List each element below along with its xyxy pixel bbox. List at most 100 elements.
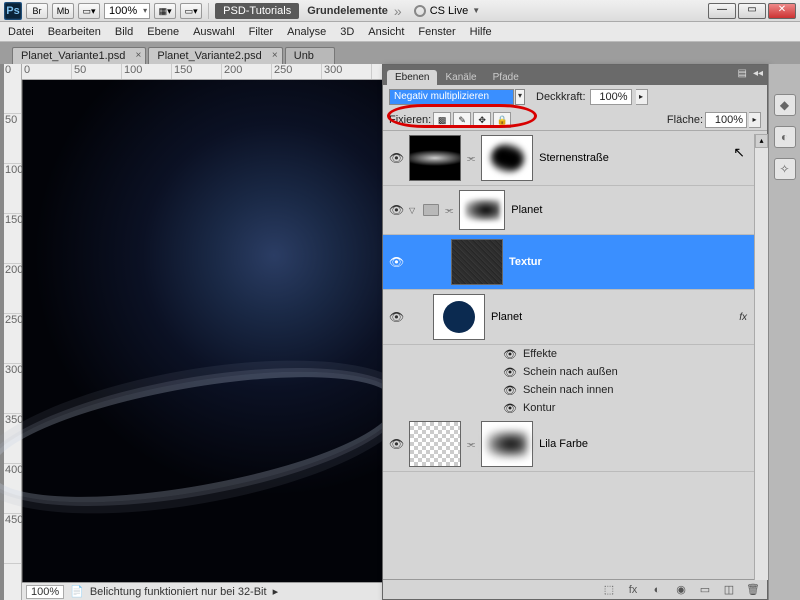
delete-layer-icon[interactable]: 🗑 (745, 583, 761, 596)
menu-fenster[interactable]: Fenster (418, 26, 455, 38)
document-tab[interactable]: Planet_Variante1.psd× (12, 47, 146, 64)
menu-bearbeiten[interactable]: Bearbeiten (48, 26, 101, 38)
layer-thumbnail[interactable] (433, 294, 485, 340)
fx-badge[interactable]: fx (739, 312, 747, 323)
visibility-icon[interactable]: 👁 (503, 384, 517, 397)
new-group-icon[interactable]: ▭ (697, 583, 713, 596)
mask-icon[interactable]: ◐ (649, 584, 665, 596)
layer-name[interactable]: Textur (509, 256, 761, 268)
layer-thumbnail[interactable] (409, 135, 461, 181)
menu-ebene[interactable]: Ebene (147, 26, 179, 38)
status-zoom[interactable]: 100% (26, 585, 64, 599)
document-tab[interactable]: Planet_Variante2.psd× (148, 47, 282, 64)
link-mask-icon[interactable]: ⫘ (467, 153, 475, 164)
panel-tab-ebenen[interactable]: Ebenen (387, 70, 437, 85)
screenmode-button[interactable]: ▭▾ (180, 3, 202, 19)
layer-thumbnail[interactable] (409, 421, 461, 467)
layer-name[interactable]: Lila Farbe (539, 438, 761, 450)
layer-name[interactable]: Sternenstraße (539, 152, 761, 164)
link-layers-icon[interactable]: ⬚ (601, 583, 617, 596)
visibility-icon[interactable]: 👁 (389, 310, 403, 324)
workspace-label[interactable]: Grundelemente (307, 5, 388, 17)
zoom-select[interactable]: 100% (104, 3, 150, 19)
visibility-icon[interactable]: 👁 (389, 151, 403, 165)
lock-position-icon[interactable]: ✥ (473, 112, 491, 128)
dock-swatches-icon[interactable]: ◐ (774, 126, 796, 148)
menu-analyse[interactable]: Analyse (287, 26, 326, 38)
menu-hilfe[interactable]: Hilfe (470, 26, 492, 38)
document-tab[interactable]: Unb (285, 47, 335, 64)
menu-filter[interactable]: Filter (249, 26, 273, 38)
new-layer-icon[interactable]: ◫ (721, 583, 737, 596)
adjustment-icon[interactable]: ◉ (673, 583, 689, 596)
workspace-pill[interactable]: PSD-Tutorials (215, 3, 299, 19)
window-controls: — ▭ ✕ (708, 3, 796, 19)
visibility-icon[interactable]: 👁 (503, 348, 517, 361)
lock-transparency-icon[interactable]: ▩ (433, 112, 451, 128)
visibility-icon[interactable]: 👁 (389, 203, 403, 217)
layer-name[interactable]: Planet (511, 204, 761, 216)
effect-row[interactable]: 👁Schein nach innen (383, 381, 767, 399)
panel-tab-kanaele[interactable]: Kanäle (437, 70, 484, 85)
layer-group-row[interactable]: 👁 ▽ ⫘ Planet (383, 186, 767, 235)
visibility-icon[interactable]: 👁 (389, 437, 403, 451)
tab-close-icon[interactable]: × (136, 50, 142, 61)
cslive-button[interactable]: CS Live ▼ (414, 5, 480, 17)
lock-label: Fixieren: (389, 114, 431, 126)
effect-row[interactable]: 👁Schein nach außen (383, 363, 767, 381)
panel-scrollbar[interactable]: ▴ (754, 134, 768, 580)
panel-menu-icon[interactable]: ▤ (738, 68, 747, 79)
panel-tab-pfade[interactable]: Pfade (485, 70, 527, 85)
dock-styles-icon[interactable]: ✧ (774, 158, 796, 180)
dock-color-icon[interactable]: ◆ (774, 94, 796, 116)
minimize-button[interactable]: — (708, 3, 736, 19)
fx-icon[interactable]: fx (625, 584, 641, 596)
effect-row[interactable]: 👁Kontur (383, 399, 767, 417)
visibility-icon[interactable]: 👁 (503, 366, 517, 379)
effects-header[interactable]: 👁Effekte (383, 345, 767, 363)
arrange-button[interactable]: ▦▾ (154, 3, 176, 19)
layer-mask-thumbnail[interactable] (481, 135, 533, 181)
visibility-icon[interactable]: 👁 (503, 402, 517, 415)
blend-opacity-row: Negativ multiplizieren Deckkraft: 100% ▸ (383, 85, 767, 109)
visibility-icon[interactable]: 👁 (389, 255, 403, 269)
disclosure-triangle-icon[interactable]: ▽ (409, 206, 415, 215)
blend-mode-select[interactable]: Negativ multiplizieren (389, 89, 514, 105)
lock-pixels-icon[interactable]: ✎ (453, 112, 471, 128)
layer-list: 👁 ⫘ Sternenstraße 👁 ▽ ⫘ Planet 👁 (383, 131, 767, 579)
layer-row-selected[interactable]: 👁 Textur (383, 235, 767, 290)
cslive-label: CS Live (430, 5, 469, 17)
viewmode-button[interactable]: ▭▾ (78, 3, 100, 19)
bridge-button[interactable]: Br (26, 3, 48, 19)
minibridge-button[interactable]: Mb (52, 3, 74, 19)
lock-all-icon[interactable]: 🔒 (493, 112, 511, 128)
menu-3d[interactable]: 3D (340, 26, 354, 38)
layer-row[interactable]: 👁 ⫘ Sternenstraße (383, 131, 767, 186)
link-mask-icon[interactable]: ⫘ (467, 439, 475, 450)
maximize-button[interactable]: ▭ (738, 3, 766, 19)
fill-flyout-icon[interactable]: ▸ (749, 112, 761, 128)
opacity-input[interactable]: 100% (590, 89, 632, 105)
layer-name[interactable]: Planet (491, 311, 733, 323)
status-flyout-icon[interactable]: ▸ (273, 585, 279, 598)
layer-mask-thumbnail[interactable] (459, 190, 505, 230)
layer-mask-thumbnail[interactable] (481, 421, 533, 467)
link-mask-icon[interactable]: ⫘ (445, 205, 453, 216)
menu-datei[interactable]: Datei (8, 26, 34, 38)
layer-row[interactable]: 👁 Planet fx ▾ (383, 290, 767, 345)
tab-close-icon[interactable]: × (272, 50, 278, 61)
opacity-flyout-icon[interactable]: ▸ (636, 89, 648, 105)
scroll-up-icon[interactable]: ▴ (755, 134, 768, 148)
canvas[interactable] (22, 80, 382, 582)
close-button[interactable]: ✕ (768, 3, 796, 19)
fill-input[interactable]: 100% (705, 112, 747, 128)
menu-ansicht[interactable]: Ansicht (368, 26, 404, 38)
menu-bild[interactable]: Bild (115, 26, 133, 38)
layer-row[interactable]: 👁 ⫘ Lila Farbe (383, 417, 767, 472)
panel-collapse-icon[interactable]: ◂◂ (753, 68, 763, 79)
layer-thumbnail[interactable] (451, 239, 503, 285)
workspace-more-icon[interactable]: » (394, 3, 402, 19)
document-tab-strip: Planet_Variante1.psd× Planet_Variante2.p… (0, 42, 800, 64)
status-doc-icon[interactable]: 📄 (70, 585, 84, 598)
menu-auswahl[interactable]: Auswahl (193, 26, 235, 38)
